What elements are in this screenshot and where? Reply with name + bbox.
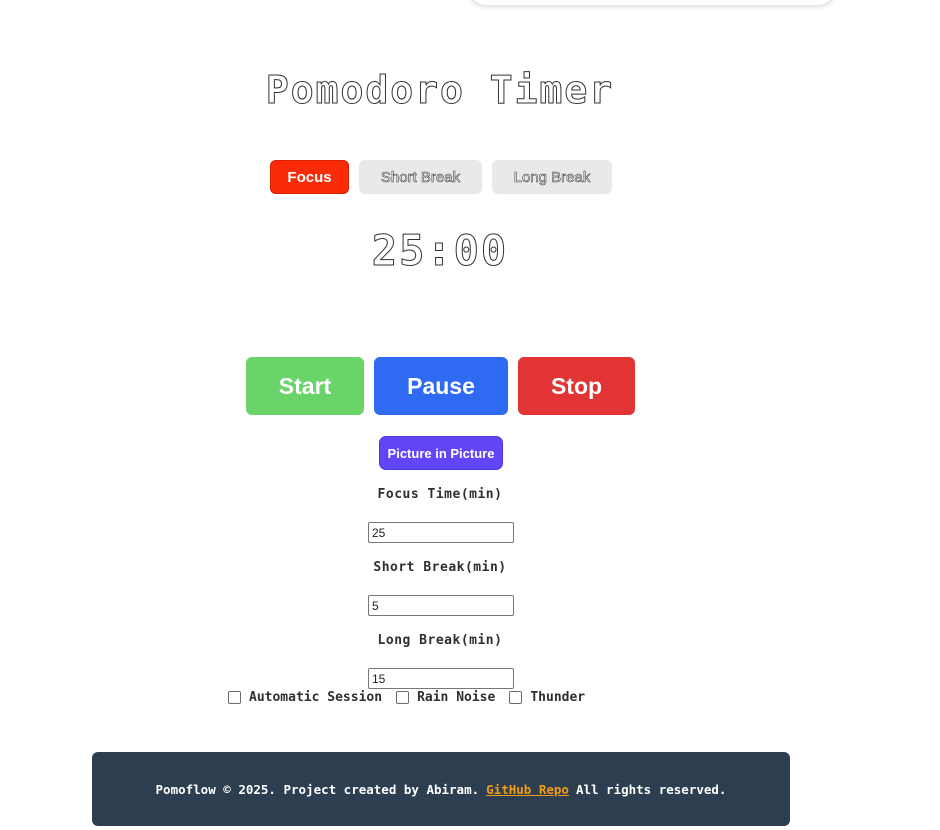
long-break-label: Long Break(min) (377, 633, 503, 648)
thunder-label: Thunder (530, 690, 586, 705)
focus-time-label: Focus Time(min) (377, 487, 503, 502)
stop-button[interactable]: Stop (518, 357, 635, 415)
short-break-label: Short Break(min) (373, 560, 507, 575)
rain-noise-label: Rain Noise (417, 690, 496, 705)
automatic-session-option[interactable]: Automatic Session (228, 690, 382, 705)
pomodoro-page: Pomodoro Timer Focus Short Break Long Br… (0, 0, 940, 830)
automatic-session-label: Automatic Session (249, 690, 383, 705)
automatic-session-checkbox[interactable] (228, 691, 241, 704)
footer-text: Pomoflow © 2025. Project created by Abir… (155, 781, 480, 797)
top-strip (468, 0, 836, 6)
footer-rights-text: All rights reserved. (575, 781, 727, 797)
tab-short-break[interactable]: Short Break (359, 160, 482, 194)
thunder-option[interactable]: Thunder (509, 690, 585, 705)
rain-noise-checkbox[interactable] (396, 691, 410, 704)
start-button[interactable]: Start (246, 357, 364, 415)
thunder-checkbox[interactable] (509, 691, 523, 704)
timer-display: 25:00 (371, 226, 509, 276)
footer: Pomoflow © 2025. Project created by Abir… (92, 752, 790, 826)
timer-controls: Start Pause Stop (246, 357, 635, 415)
picture-in-picture-button[interactable]: Picture in Picture (379, 436, 503, 470)
tab-long-break[interactable]: Long Break (492, 160, 612, 194)
options-row: Automatic Session Rain Noise Thunder (228, 690, 599, 705)
focus-time-input[interactable] (368, 522, 514, 543)
pause-button[interactable]: Pause (374, 357, 508, 415)
rain-noise-option[interactable]: Rain Noise (396, 690, 495, 705)
page-title: Pomodoro Timer (265, 68, 615, 113)
github-repo-link[interactable]: GitHub Repo (486, 782, 569, 797)
mode-tabs: Focus Short Break Long Break (270, 160, 612, 194)
long-break-input[interactable] (368, 668, 514, 689)
tab-focus[interactable]: Focus (270, 160, 349, 194)
short-break-input[interactable] (368, 595, 514, 616)
